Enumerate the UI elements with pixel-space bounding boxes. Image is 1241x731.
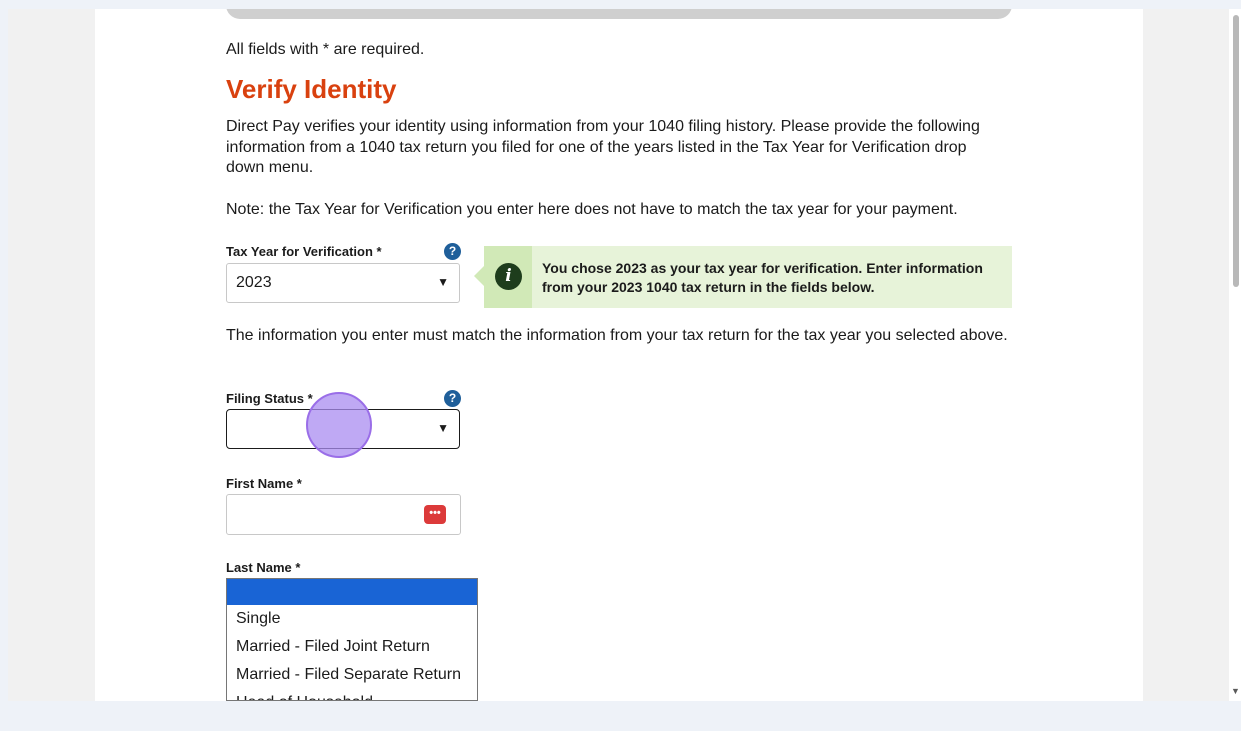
filing-status-options-list[interactable]: Single Married - Filed Joint Return Marr… xyxy=(226,578,478,701)
password-manager-icon[interactable]: ••• xyxy=(424,505,446,524)
first-name-input[interactable]: ••• xyxy=(226,494,461,535)
first-name-label: First Name * xyxy=(226,476,302,491)
tax-year-label: Tax Year for Verification * xyxy=(226,244,382,259)
filing-status-option[interactable]: Married - Filed Separate Return xyxy=(227,661,477,689)
intro-text: Direct Pay verifies your identity using … xyxy=(226,118,980,176)
match-note: The information you enter must match the… xyxy=(226,327,1008,344)
info-icon-cell: i xyxy=(484,246,532,308)
question-circle-icon[interactable]: ? xyxy=(444,390,461,407)
tax-year-value: 2023 xyxy=(236,274,272,291)
info-circle-icon: i xyxy=(495,263,522,290)
info-pointer xyxy=(474,266,484,286)
filing-status-option[interactable]: Married - Filed Joint Return xyxy=(227,633,477,661)
click-indicator xyxy=(306,392,372,458)
browser-viewport: All fields with * are required. Verify I… xyxy=(8,9,1229,701)
vertical-scrollbar[interactable]: ▼ xyxy=(1229,9,1241,701)
filing-status-label: Filing Status * xyxy=(226,391,313,406)
scroll-down-arrow-icon[interactable]: ▼ xyxy=(1231,686,1240,696)
chevron-down-icon: ▼ xyxy=(437,421,449,435)
chevron-down-icon: ▼ xyxy=(437,275,449,289)
question-circle-icon[interactable]: ? xyxy=(444,243,461,260)
tax-year-note: Note: the Tax Year for Verification you … xyxy=(226,201,958,218)
verification-info-message: i You chose 2023 as your tax year for ve… xyxy=(474,246,1012,308)
page-content: All fields with * are required. Verify I… xyxy=(95,9,1143,701)
filing-status-option[interactable]: Single xyxy=(227,605,477,633)
filing-status-option[interactable]: Head of Household xyxy=(227,689,477,700)
filing-status-option[interactable] xyxy=(227,579,477,605)
required-fields-note: All fields with * are required. xyxy=(226,41,425,58)
page-title: Verify Identity xyxy=(226,74,397,104)
progress-bar xyxy=(226,9,1012,19)
tax-year-select[interactable]: 2023 ▼ xyxy=(226,263,460,303)
info-message-text: You chose 2023 as your tax year for veri… xyxy=(542,260,983,295)
last-name-label: Last Name * xyxy=(226,560,301,575)
scrollbar-thumb[interactable] xyxy=(1233,15,1239,287)
